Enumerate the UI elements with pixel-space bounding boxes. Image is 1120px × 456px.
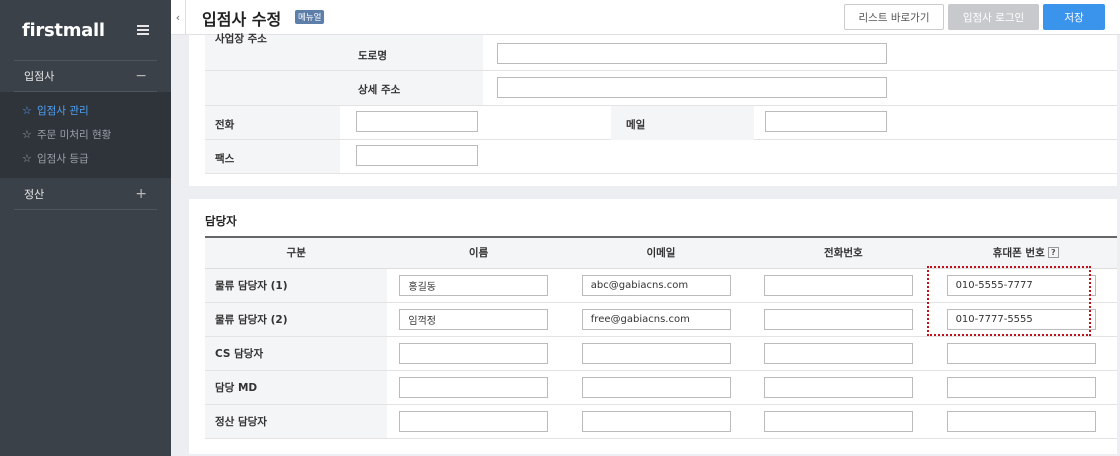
table-row: 물류 담당자 (2) 임꺽정 free@gabiacns.com 010-777… <box>205 302 1117 337</box>
star-icon: ☆ <box>22 151 32 165</box>
star-icon: ☆ <box>22 103 32 117</box>
sidebar-item-vendor-manage[interactable]: ☆ 입점사 관리 <box>0 98 171 122</box>
mobile-input[interactable]: 010-7777-5555 <box>946 308 1096 330</box>
table-row: 정산 담당자 <box>205 404 1117 439</box>
table-row: 물류 담당자 (1) 홍길동 abc@gabiacns.com 010-5555… <box>205 268 1117 303</box>
name-input[interactable]: 홍길동 <box>399 274 549 296</box>
menu-group-settlement[interactable]: 정산 + <box>14 178 157 210</box>
email-input[interactable] <box>581 376 731 398</box>
star-icon: ☆ <box>22 127 32 141</box>
section-title: 담당자 <box>205 214 237 228</box>
phone-input[interactable] <box>764 410 914 432</box>
collapse-icon[interactable]: − <box>135 68 147 84</box>
table-row: CS 담당자 <box>205 336 1117 371</box>
fax-label: 팩스 <box>215 153 235 165</box>
expand-icon[interactable]: + <box>135 186 147 202</box>
submenu: ☆ 입점사 관리 ☆ 주문 미처리 현황 ☆ 입점사 등급 <box>0 92 171 178</box>
sidebar-item-label: 주문 미처리 현황 <box>37 128 112 141</box>
chevron-left-icon[interactable]: ‹ <box>171 0 186 35</box>
table-header-row: 구분 이름 이메일 전화번호 휴대폰 번호? <box>205 236 1117 269</box>
sidebar-item-label: 입점사 등급 <box>37 152 89 165</box>
email-input[interactable] <box>581 410 731 432</box>
phone-input[interactable] <box>764 376 914 398</box>
email-input[interactable]: abc@gabiacns.com <box>581 274 731 296</box>
column-header: 구분 <box>205 236 388 269</box>
row-label: 물류 담당자 (1) <box>205 268 388 303</box>
vendor-info-card: 사업장 주소 도로명 상세 주소 전화 메일 팩스 <box>189 33 1117 186</box>
phone-input[interactable] <box>356 111 478 132</box>
header: ‹ 입점사 수정 메뉴얼 리스트 바로가기 입점사 로그인 저장 <box>171 0 1120 35</box>
vendor-login-button[interactable]: 입점사 로그인 <box>948 4 1039 30</box>
column-header: 이름 <box>387 236 570 269</box>
row-label: 물류 담당자 (2) <box>205 302 388 337</box>
row-label: 담당 MD <box>205 370 388 405</box>
mobile-input[interactable] <box>946 342 1096 364</box>
sidebar-item-unprocessed-orders[interactable]: ☆ 주문 미처리 현황 <box>0 122 171 146</box>
logo[interactable]: firstmall <box>22 20 105 41</box>
column-header: 휴대폰 번호? <box>934 236 1117 269</box>
road-address-input[interactable] <box>497 43 887 64</box>
row-label: 정산 담당자 <box>205 404 388 439</box>
detail-address-input[interactable] <box>497 77 887 98</box>
column-header: 전화번호 <box>752 236 935 269</box>
menu-group-vendor[interactable]: 입점사 − <box>14 60 157 92</box>
manual-badge[interactable]: 메뉴얼 <box>295 10 325 24</box>
email-label: 메일 <box>626 119 646 131</box>
mobile-input[interactable]: 010-5555-7777 <box>946 274 1096 296</box>
column-header: 이메일 <box>569 236 753 269</box>
phone-input[interactable] <box>764 308 914 330</box>
sidebar-item-vendor-grade[interactable]: ☆ 입점사 등급 <box>0 146 171 170</box>
email-input[interactable] <box>765 111 887 132</box>
contacts-card: 담당자 구분 이름 이메일 전화번호 휴대폰 번호? 물류 담당자 (1) 홍길… <box>189 199 1117 454</box>
menu-group-label: 정산 <box>24 187 45 201</box>
help-icon[interactable]: ? <box>1047 247 1059 259</box>
phone-input[interactable] <box>764 274 914 296</box>
phone-input[interactable] <box>764 342 914 364</box>
mobile-input[interactable] <box>946 410 1096 432</box>
column-header-label: 휴대폰 번호 <box>992 247 1045 260</box>
mobile-input[interactable] <box>946 376 1096 398</box>
logo-row: firstmall <box>0 0 171 60</box>
name-input[interactable] <box>399 376 549 398</box>
email-input[interactable] <box>581 342 731 364</box>
page-title: 입점사 수정 <box>202 10 282 29</box>
list-shortcut-button[interactable]: 리스트 바로가기 <box>844 4 944 30</box>
fax-row <box>205 140 1117 174</box>
fax-input[interactable] <box>356 145 478 166</box>
detail-label: 상세 주소 <box>358 84 401 96</box>
contacts-body: 물류 담당자 (1) 홍길동 abc@gabiacns.com 010-5555… <box>205 268 1117 439</box>
row-label: CS 담당자 <box>205 336 388 371</box>
email-input[interactable]: free@gabiacns.com <box>581 308 731 330</box>
contacts-table: 구분 이름 이메일 전화번호 휴대폰 번호? 물류 담당자 (1) 홍길동 ab… <box>205 236 1117 439</box>
road-label: 도로명 <box>358 50 387 62</box>
name-input[interactable] <box>399 410 549 432</box>
hamburger-icon[interactable] <box>137 25 149 35</box>
name-input[interactable] <box>399 342 549 364</box>
table-row: 담당 MD <box>205 370 1117 405</box>
name-input[interactable]: 임꺽정 <box>399 308 549 330</box>
sidebar: firstmall 입점사 − ☆ 입점사 관리 ☆ 주문 미처리 현황 ☆ 입… <box>0 0 171 456</box>
save-button[interactable]: 저장 <box>1043 4 1105 30</box>
phone-label: 전화 <box>215 119 235 131</box>
menu-group-label: 입점사 <box>24 70 55 83</box>
sidebar-item-label: 입점사 관리 <box>37 104 89 117</box>
